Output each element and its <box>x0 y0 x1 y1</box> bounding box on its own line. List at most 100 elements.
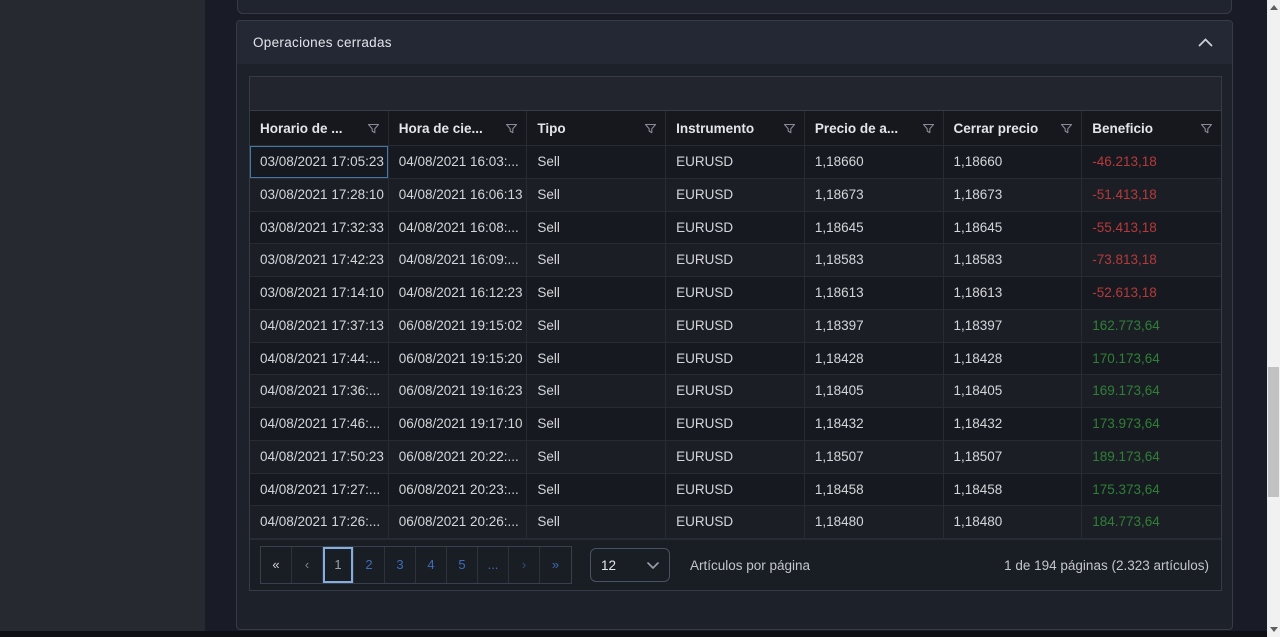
column-header-close_time[interactable]: Hora de cie... <box>389 111 528 146</box>
pager-page-5-button[interactable]: 5 <box>447 547 478 583</box>
cell-open_time[interactable]: 04/08/2021 17:36:... <box>250 375 389 408</box>
pager-page-3-button[interactable]: 3 <box>385 547 416 583</box>
filter-funnel-icon[interactable] <box>644 122 657 135</box>
cell-instrument[interactable]: EURUSD <box>666 277 805 310</box>
cell-profit[interactable]: 175.373,64 <box>1082 474 1221 507</box>
cell-close_price[interactable]: 1,18583 <box>944 244 1083 277</box>
cell-profit[interactable]: 173.973,64 <box>1082 408 1221 441</box>
filter-funnel-icon[interactable] <box>505 122 518 135</box>
cell-close_price[interactable]: 1,18507 <box>944 441 1083 474</box>
cell-open_price[interactable]: 1,18507 <box>805 441 944 474</box>
cell-open_price[interactable]: 1,18428 <box>805 343 944 376</box>
cell-type[interactable]: Sell <box>527 212 666 245</box>
cell-close_time[interactable]: 04/08/2021 16:09:... <box>389 244 528 277</box>
cell-type[interactable]: Sell <box>527 375 666 408</box>
cell-type[interactable]: Sell <box>527 474 666 507</box>
cell-type[interactable]: Sell <box>527 441 666 474</box>
cell-profit[interactable]: -46.213,18 <box>1082 146 1221 179</box>
column-header-open_price[interactable]: Precio de a... <box>805 111 944 146</box>
cell-instrument[interactable]: EURUSD <box>666 212 805 245</box>
column-header-instrument[interactable]: Instrumento <box>666 111 805 146</box>
filter-funnel-icon[interactable] <box>922 122 935 135</box>
cell-instrument[interactable]: EURUSD <box>666 146 805 179</box>
cell-close_time[interactable]: 06/08/2021 19:16:23 <box>389 375 528 408</box>
cell-type[interactable]: Sell <box>527 310 666 343</box>
pager-last-page-button[interactable]: » <box>540 547 571 583</box>
cell-open_time[interactable]: 04/08/2021 17:26:... <box>250 506 389 539</box>
pager-page-1-button[interactable]: 1 <box>323 547 354 583</box>
cell-close_price[interactable]: 1,18645 <box>944 212 1083 245</box>
cell-profit[interactable]: 169.173,64 <box>1082 375 1221 408</box>
cell-open_price[interactable]: 1,18432 <box>805 408 944 441</box>
cell-close_time[interactable]: 04/08/2021 16:03:... <box>389 146 528 179</box>
cell-profit[interactable]: 170.173,64 <box>1082 343 1221 376</box>
filter-funnel-icon[interactable] <box>1200 122 1213 135</box>
cell-open_price[interactable]: 1,18660 <box>805 146 944 179</box>
page-size-select[interactable]: 12 <box>590 548 670 582</box>
cell-profit[interactable]: 162.773,64 <box>1082 310 1221 343</box>
cell-open_price[interactable]: 1,18397 <box>805 310 944 343</box>
cell-profit[interactable]: -52.613,18 <box>1082 277 1221 310</box>
cell-type[interactable]: Sell <box>527 506 666 539</box>
cell-close_time[interactable]: 04/08/2021 16:12:23 <box>389 277 528 310</box>
column-header-close_price[interactable]: Cerrar precio <box>944 111 1083 146</box>
cell-instrument[interactable]: EURUSD <box>666 343 805 376</box>
scrollbar-thumb[interactable] <box>1268 367 1279 497</box>
cell-close_time[interactable]: 06/08/2021 19:15:20 <box>389 343 528 376</box>
cell-close_time[interactable]: 06/08/2021 20:26:... <box>389 506 528 539</box>
cell-close_time[interactable]: 06/08/2021 19:15:02 <box>389 310 528 343</box>
cell-close_price[interactable]: 1,18480 <box>944 506 1083 539</box>
pager-first-page-button[interactable]: « <box>261 547 292 583</box>
cell-instrument[interactable]: EURUSD <box>666 179 805 212</box>
cell-open_price[interactable]: 1,18613 <box>805 277 944 310</box>
cell-close_price[interactable]: 1,18405 <box>944 375 1083 408</box>
cell-close_time[interactable]: 06/08/2021 20:22:... <box>389 441 528 474</box>
cell-open_time[interactable]: 04/08/2021 17:46:... <box>250 408 389 441</box>
cell-open_price[interactable]: 1,18480 <box>805 506 944 539</box>
cell-open_time[interactable]: 03/08/2021 17:42:23 <box>250 244 389 277</box>
cell-open_time[interactable]: 03/08/2021 17:05:23 <box>250 146 389 179</box>
cell-close_time[interactable]: 04/08/2021 16:08:... <box>389 212 528 245</box>
cell-open_time[interactable]: 04/08/2021 17:44:... <box>250 343 389 376</box>
cell-open_price[interactable]: 1,18458 <box>805 474 944 507</box>
cell-open_time[interactable]: 03/08/2021 17:28:10 <box>250 179 389 212</box>
cell-open_price[interactable]: 1,18673 <box>805 179 944 212</box>
cell-close_time[interactable]: 06/08/2021 19:17:10 <box>389 408 528 441</box>
pager-page-2-button[interactable]: 2 <box>354 547 385 583</box>
cell-profit[interactable]: 184.773,64 <box>1082 506 1221 539</box>
vertical-scrollbar[interactable] <box>1267 0 1280 637</box>
cell-open_time[interactable]: 03/08/2021 17:14:10 <box>250 277 389 310</box>
cell-profit[interactable]: -73.813,18 <box>1082 244 1221 277</box>
cell-close_price[interactable]: 1,18428 <box>944 343 1083 376</box>
column-header-profit[interactable]: Beneficio <box>1082 111 1221 146</box>
cell-instrument[interactable]: EURUSD <box>666 408 805 441</box>
cell-instrument[interactable]: EURUSD <box>666 506 805 539</box>
cell-close_price[interactable]: 1,18458 <box>944 474 1083 507</box>
cell-instrument[interactable]: EURUSD <box>666 375 805 408</box>
cell-type[interactable]: Sell <box>527 146 666 179</box>
filter-funnel-icon[interactable] <box>783 122 796 135</box>
cell-open_price[interactable]: 1,18583 <box>805 244 944 277</box>
cell-open_time[interactable]: 04/08/2021 17:27:... <box>250 474 389 507</box>
collapse-button[interactable] <box>1194 32 1216 54</box>
scroll-down-icon[interactable] <box>1270 627 1278 632</box>
cell-open_time[interactable]: 04/08/2021 17:37:13 <box>250 310 389 343</box>
cell-type[interactable]: Sell <box>527 408 666 441</box>
cell-close_price[interactable]: 1,18673 <box>944 179 1083 212</box>
cell-instrument[interactable]: EURUSD <box>666 244 805 277</box>
cell-instrument[interactable]: EURUSD <box>666 474 805 507</box>
cell-open_price[interactable]: 1,18645 <box>805 212 944 245</box>
filter-funnel-icon[interactable] <box>1060 122 1073 135</box>
cell-close_time[interactable]: 04/08/2021 16:06:13 <box>389 179 528 212</box>
panel-header[interactable]: Operaciones cerradas <box>237 21 1232 64</box>
scroll-up-icon[interactable] <box>1270 5 1278 10</box>
cell-open_price[interactable]: 1,18405 <box>805 375 944 408</box>
cell-close_time[interactable]: 06/08/2021 20:23:... <box>389 474 528 507</box>
column-header-open_time[interactable]: Horario de ... <box>250 111 389 146</box>
cell-close_price[interactable]: 1,18660 <box>944 146 1083 179</box>
cell-type[interactable]: Sell <box>527 244 666 277</box>
cell-close_price[interactable]: 1,18432 <box>944 408 1083 441</box>
pager-prev-page-button[interactable]: ‹ <box>292 547 323 583</box>
cell-instrument[interactable]: EURUSD <box>666 441 805 474</box>
cell-instrument[interactable]: EURUSD <box>666 310 805 343</box>
